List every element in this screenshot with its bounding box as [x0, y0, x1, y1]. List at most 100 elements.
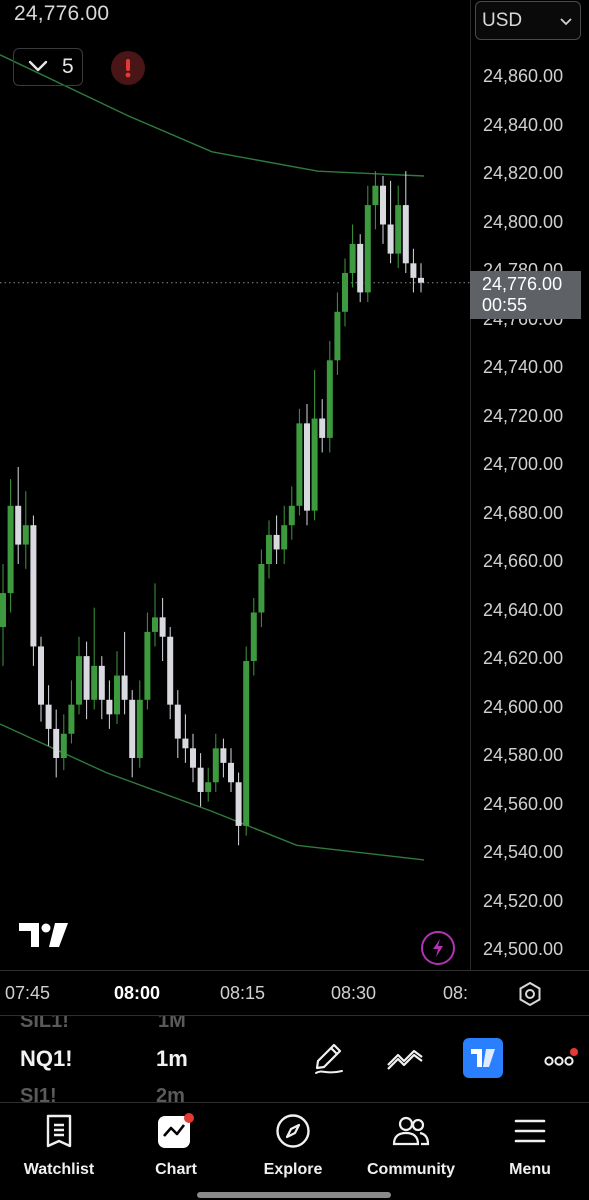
candle-body	[182, 738, 189, 749]
chevron-down-icon	[560, 10, 572, 32]
candle-body	[410, 263, 417, 278]
price-tick-label: 24,580.00	[483, 745, 564, 765]
alert-icon[interactable]	[111, 51, 145, 85]
price-tick-label: 24,700.00	[483, 454, 564, 474]
nav-label: Chart	[155, 1161, 197, 1178]
interval-selected[interactable]: 1m	[156, 1046, 188, 1072]
candle-body	[121, 675, 128, 700]
candle-body	[418, 277, 424, 283]
candle-body	[197, 767, 204, 792]
candle-body	[15, 505, 22, 545]
candle-body	[349, 243, 356, 273]
candle-body	[98, 665, 105, 700]
candle-body	[228, 762, 234, 783]
candle-body	[342, 273, 348, 312]
candle-body	[76, 656, 82, 705]
tradingview-app-icon[interactable]	[463, 1038, 503, 1078]
price-tick-label: 24,740.00	[483, 357, 564, 377]
nav-chart[interactable]: Chart	[117, 1108, 235, 1188]
price-tick-label: 24,660.00	[483, 551, 564, 571]
last-price-tag: 24,776.00 00:55	[470, 271, 581, 319]
candle-body	[45, 704, 52, 729]
candle-body	[311, 418, 318, 511]
price-tick-label: 24,500.00	[483, 939, 564, 959]
price-tick-label: 24,860.00	[483, 66, 564, 86]
candle-body	[395, 205, 402, 254]
nav-label: Community	[367, 1161, 455, 1178]
candle-body	[243, 661, 250, 826]
nav-label: Watchlist	[23, 1161, 95, 1178]
chevron-down-icon	[28, 55, 48, 79]
candle-body	[319, 418, 326, 438]
candle-body	[129, 699, 136, 758]
candle-body	[174, 704, 181, 739]
interval-option[interactable]: 2m	[156, 1085, 185, 1102]
candle-body	[205, 782, 212, 792]
symbol-option[interactable]: SIL1!	[20, 1016, 69, 1033]
trend-tools-icon[interactable]	[385, 1038, 425, 1078]
nav-community[interactable]: Community	[352, 1108, 470, 1188]
candle-body	[167, 636, 174, 705]
price-tick-label: 24,620.00	[483, 648, 564, 668]
drawing-pen-icon[interactable]	[309, 1038, 349, 1078]
currency-label: USD	[482, 9, 523, 31]
candle-body	[296, 423, 303, 506]
price-tick-label: 24,720.00	[483, 405, 564, 426]
candle-body	[304, 423, 310, 511]
candle-body	[273, 534, 280, 550]
candle-body	[266, 534, 272, 564]
more-options-icon[interactable]	[541, 1038, 581, 1078]
time-label: 08:	[443, 983, 469, 1003]
last-price-value: 24,776.00	[482, 274, 563, 294]
nav-label: Menu	[509, 1161, 551, 1178]
price-tick-label: 24,680.00	[483, 502, 564, 523]
candle-body	[364, 205, 371, 293]
candlestick-chart[interactable]	[0, 0, 470, 970]
candle-body	[144, 631, 151, 700]
time-axis[interactable]	[0, 970, 589, 1016]
price-tick-label: 24,840.00	[483, 114, 564, 135]
candle-body	[334, 311, 341, 361]
indicators-toggle-button[interactable]: 5	[13, 48, 83, 86]
candle-body	[68, 704, 75, 734]
nav-explore[interactable]: Explore	[234, 1108, 352, 1188]
candle-body	[0, 593, 6, 628]
candle-body	[402, 205, 409, 264]
symbol-option[interactable]: SI1!	[20, 1085, 57, 1102]
interval-option[interactable]: 1M	[158, 1016, 186, 1033]
candle-body	[53, 728, 60, 758]
price-scale[interactable]	[470, 0, 589, 970]
candle-body	[372, 185, 379, 206]
candle-body	[357, 243, 364, 293]
chart-icon	[156, 1111, 196, 1151]
candle-body	[38, 646, 44, 705]
nav-watchlist[interactable]: Watchlist	[0, 1108, 118, 1188]
chart-canvas[interactable]	[0, 0, 470, 970]
currency-select[interactable]: USD	[475, 1, 581, 40]
symbol-selected[interactable]: NQ1!	[20, 1046, 73, 1072]
time-label: 07:45	[5, 983, 51, 1003]
candle-body	[91, 665, 98, 700]
candle-body	[136, 699, 143, 758]
candle-body	[258, 564, 265, 613]
candle-body	[250, 612, 257, 661]
time-label: 08:30	[331, 983, 377, 1003]
candle-body	[235, 782, 242, 826]
candle-body	[159, 617, 166, 637]
nav-menu[interactable]: Menu	[471, 1108, 589, 1188]
price-tick-label: 24,600.00	[483, 696, 564, 717]
candle-body	[60, 733, 67, 758]
price-tick-label: 24,800.00	[483, 211, 564, 232]
home-indicator[interactable]	[197, 1192, 391, 1198]
nav-label: Explore	[263, 1161, 323, 1178]
time-label: 08:15	[220, 983, 266, 1003]
price-tick-label: 24,540.00	[483, 842, 564, 862]
time-label: 08:00	[114, 983, 161, 1003]
candle-body	[220, 748, 227, 763]
lightning-icon[interactable]	[421, 931, 455, 965]
candle-body	[281, 525, 288, 550]
candle-body	[190, 748, 196, 768]
price-tick-label: 24,820.00	[483, 163, 564, 183]
chart-settings-icon[interactable]	[516, 980, 544, 1008]
price-tick-label: 24,520.00	[483, 890, 564, 911]
